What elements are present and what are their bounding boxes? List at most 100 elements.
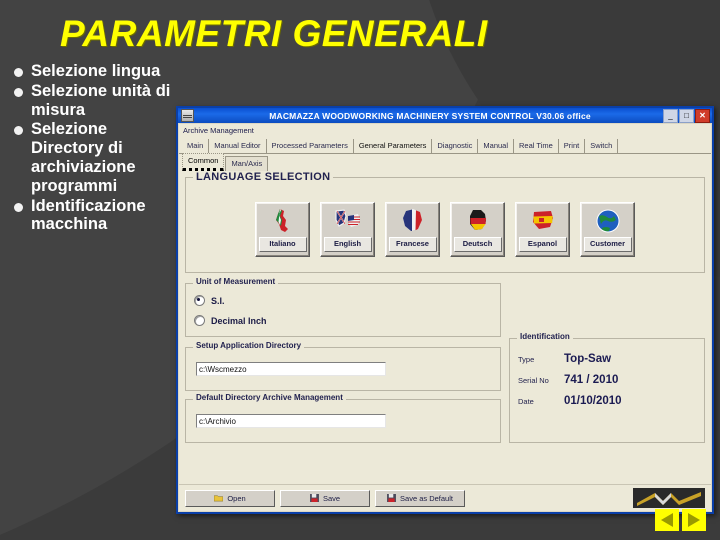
identification-value: 01/10/2010 <box>564 395 622 407</box>
language-selection-legend: LANGUAGE SELECTION <box>193 171 334 183</box>
slide-navigation <box>655 509 706 531</box>
language-button-italiano[interactable]: Italiano <box>255 202 310 257</box>
identification-row: Date 01/10/2010 <box>518 395 622 407</box>
language-button-label: English <box>323 237 372 252</box>
bullet-dot-icon <box>14 87 23 97</box>
identification-value: 741 / 2010 <box>564 374 619 386</box>
subtab-common[interactable]: Common <box>182 153 225 171</box>
action-bar: Open Save Save as Default <box>179 484 711 511</box>
identification-key: Date <box>518 397 534 406</box>
macmazza-logo <box>633 488 705 508</box>
setup-application-directory-group: Setup Application Directory c:\Wscmezzo <box>185 341 501 391</box>
radio-button-icon[interactable] <box>194 315 205 326</box>
default-directory-archive-group: Default Directory Archive Management c:\… <box>185 393 501 443</box>
arrow-left-icon <box>661 513 673 527</box>
radio-option-decimal-inch[interactable]: Decimal Inch <box>194 315 267 326</box>
language-button-label: Deutsch <box>453 237 502 252</box>
maximize-button[interactable]: □ <box>679 108 694 123</box>
bullet-dot-icon <box>14 68 23 77</box>
language-selection-group: LANGUAGE SELECTION Italiano English Fran… <box>185 171 705 273</box>
language-button-label: Francese <box>388 237 437 252</box>
list-item: Selezione Directory di archiviazione pro… <box>10 120 178 195</box>
bullet-text: Selezione Directory di archiviazione pro… <box>31 120 136 195</box>
default-directory-archive-input[interactable]: c:\Archivio <box>196 414 386 428</box>
bullet-dot-icon <box>14 202 23 212</box>
arrow-right-icon <box>688 513 700 527</box>
next-slide-button[interactable] <box>682 509 706 531</box>
sub-tab-strip: Common Man/Axis <box>179 153 711 171</box>
bullet-dot-icon <box>14 126 23 136</box>
save-as-default-button[interactable]: Save as Default <box>375 489 465 507</box>
radio-label: Decimal Inch <box>211 315 267 326</box>
language-button-label: Customer <box>583 237 632 252</box>
tab-main[interactable]: Main <box>182 139 210 153</box>
identification-legend: Identification <box>517 332 573 341</box>
window-title: MACMAZZA WOODWORKING MACHINERY SYSTEM CO… <box>269 110 591 121</box>
macmazza-logo-icon <box>633 488 705 508</box>
language-button-deutsch[interactable]: Deutsch <box>450 202 505 257</box>
setup-application-directory-input[interactable]: c:\Wscmezzo <box>196 362 386 376</box>
identification-group: Identification Type Top-Saw Serial No 74… <box>509 332 705 443</box>
tab-real-time[interactable]: Real Time <box>514 139 559 153</box>
close-button[interactable]: ✕ <box>695 108 710 123</box>
language-button-espanol[interactable]: Espanol <box>515 202 570 257</box>
language-button-customer[interactable]: Customer <box>580 202 635 257</box>
identification-row: Serial No 741 / 2010 <box>518 374 618 386</box>
save-button[interactable]: Save <box>280 489 370 507</box>
tab-manual-editor[interactable]: Manual Editor <box>209 139 267 153</box>
language-button-label: Espanol <box>518 237 567 252</box>
save-button-label: Save <box>322 493 341 503</box>
open-folder-icon <box>214 495 224 502</box>
tab-manual[interactable]: Manual <box>478 139 515 153</box>
identification-value: Top-Saw <box>564 353 612 365</box>
identification-key: Type <box>518 355 535 364</box>
application-window: MACMAZZA WOODWORKING MACHINERY SYSTEM CO… <box>176 106 714 514</box>
tab-switch[interactable]: Switch <box>585 139 619 153</box>
window-client-area: Archive Management Main Manual Editor Pr… <box>178 123 712 512</box>
language-button-francese[interactable]: Francese <box>385 202 440 257</box>
radio-option-si[interactable]: S.I. <box>194 295 225 306</box>
application-icon <box>181 109 194 122</box>
previous-slide-button[interactable] <box>655 509 679 531</box>
tab-print[interactable]: Print <box>559 139 586 153</box>
spain-flag-icon <box>532 211 553 229</box>
bullet-list: Selezione lingua Selezione unità di misu… <box>10 62 178 235</box>
tab-diagnostic[interactable]: Diagnostic <box>432 139 479 153</box>
radio-label: S.I. <box>211 295 225 306</box>
identification-key: Serial No <box>518 376 549 385</box>
language-button-english[interactable]: English <box>320 202 375 257</box>
open-button[interactable]: Open <box>185 489 275 507</box>
italy-flag-icon <box>275 209 288 232</box>
menu-item-archive-management[interactable]: Archive Management <box>183 126 254 135</box>
list-item: Identificazione macchina <box>10 197 178 235</box>
radio-button-icon[interactable] <box>194 295 205 306</box>
list-item: Selezione lingua <box>10 62 178 81</box>
language-button-row: Italiano English Francese Deutsch Espano… <box>186 202 704 257</box>
main-tab-strip: Main Manual Editor Processed Parameters … <box>179 139 711 154</box>
subtab-man-axis[interactable]: Man/Axis <box>225 156 269 171</box>
bullet-text: Selezione lingua <box>31 62 161 80</box>
france-flag-icon <box>402 209 422 231</box>
tab-general-parameters[interactable]: General Parameters <box>354 139 433 153</box>
open-button-label: Open <box>227 493 246 503</box>
uk-usa-flag-icon <box>334 209 360 227</box>
unit-of-measurement-legend: Unit of Measurement <box>193 277 279 286</box>
tab-processed-parameters[interactable]: Processed Parameters <box>267 139 354 153</box>
save-as-default-button-label: Save as Default <box>400 493 453 503</box>
germany-flag-icon <box>469 210 486 230</box>
unit-of-measurement-group: Unit of Measurement S.I. Decimal Inch <box>185 277 501 337</box>
identification-row: Type Top-Saw <box>518 353 611 365</box>
default-directory-archive-legend: Default Directory Archive Management <box>193 393 346 402</box>
panel-body: LANGUAGE SELECTION Italiano English Fran… <box>179 171 711 484</box>
window-titlebar[interactable]: MACMAZZA WOODWORKING MACHINERY SYSTEM CO… <box>178 108 712 123</box>
bullet-text: Identificazione macchina <box>31 196 146 234</box>
menubar: Archive Management <box>179 124 711 139</box>
setup-application-directory-legend: Setup Application Directory <box>193 341 305 350</box>
window-controls: _ □ ✕ <box>663 108 710 123</box>
page-title: PARAMETRI GENERALI <box>60 13 488 54</box>
language-button-label: Italiano <box>258 237 307 252</box>
save-disk-icon <box>309 494 319 502</box>
minimize-button[interactable]: _ <box>663 108 678 123</box>
bullet-text: Selezione unità di misura <box>31 81 171 119</box>
globe-icon <box>596 209 619 233</box>
